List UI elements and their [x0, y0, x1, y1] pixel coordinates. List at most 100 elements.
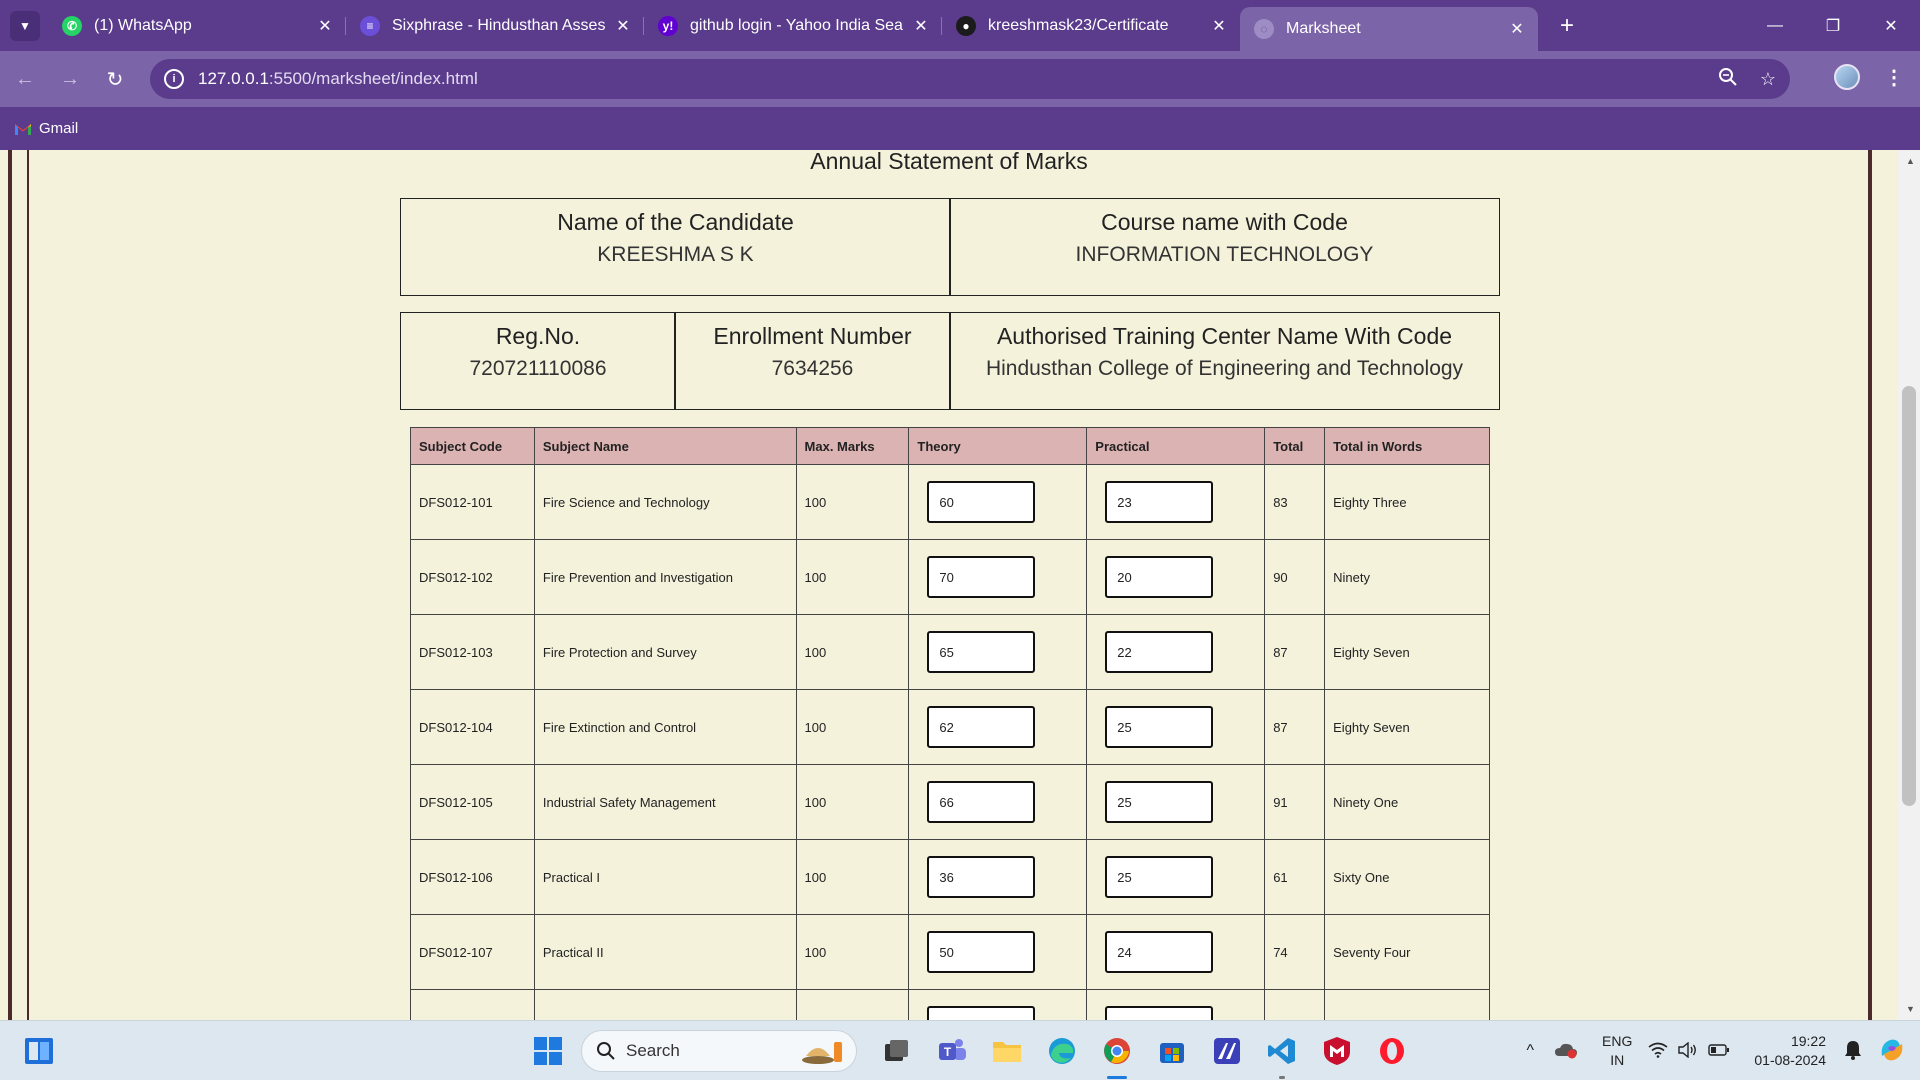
- column-header: Subject Code: [410, 427, 535, 465]
- code-cell: [410, 989, 535, 1020]
- taskbar-search[interactable]: Search: [581, 1030, 857, 1072]
- forward-button[interactable]: →: [50, 59, 90, 99]
- toolbar: ← → ↻ i 127.0.0.1:5500/marksheet/index.h…: [0, 51, 1920, 107]
- theory-input[interactable]: 50: [927, 931, 1036, 973]
- bookmark-gmail[interactable]: Gmail: [14, 120, 78, 137]
- page-title: Annual Statement of Marks: [810, 150, 1088, 174]
- marks-table: Subject Code Subject Name Max. Marks Theory…: [410, 427, 1490, 1020]
- practical-input[interactable]: 25: [1105, 706, 1214, 748]
- tab-close-icon[interactable]: ✕: [1508, 19, 1526, 39]
- practical-input[interactable]: 22: [1105, 631, 1214, 673]
- practical-input[interactable]: 25: [1105, 856, 1214, 898]
- theory-input[interactable]: 60: [927, 481, 1036, 523]
- column-header: Total in Words: [1324, 427, 1490, 465]
- language-indicator[interactable]: ENG IN: [1602, 1032, 1632, 1070]
- practical-input[interactable]: [1105, 1006, 1214, 1020]
- scrollbar-thumb[interactable]: [1902, 386, 1916, 806]
- restore-button[interactable]: ❐: [1804, 0, 1862, 51]
- candidate-box: Name of the Candidate KREESHMA S K: [400, 198, 951, 296]
- url-host: 127.0.0.1: [198, 69, 269, 88]
- page-border-left-inner: [27, 150, 29, 1020]
- minimize-button[interactable]: —: [1746, 0, 1804, 51]
- practical-input[interactable]: 20: [1105, 556, 1214, 598]
- theory-input[interactable]: 65: [927, 631, 1036, 673]
- practical-input[interactable]: 25: [1105, 781, 1214, 823]
- browser-tab[interactable]: ◌ Marksheet ✕: [1240, 7, 1538, 51]
- back-button[interactable]: ←: [5, 59, 45, 99]
- volume-icon[interactable]: [1678, 1041, 1698, 1061]
- name-cell: Fire Extinction and Control: [533, 689, 797, 765]
- practical-cell: 25: [1086, 689, 1266, 765]
- tab-close-icon[interactable]: ✕: [614, 16, 632, 36]
- profile-avatar[interactable]: [1834, 64, 1860, 90]
- browser-tab[interactable]: ✆ (1) WhatsApp ✕: [48, 8, 346, 44]
- close-window-button[interactable]: ✕: [1862, 0, 1920, 51]
- bookmarks-bar: Gmail: [0, 107, 1920, 150]
- theory-input[interactable]: 36: [927, 856, 1036, 898]
- scroll-down-icon[interactable]: ▼: [1906, 1004, 1915, 1014]
- wifi-icon[interactable]: [1648, 1042, 1668, 1061]
- bookmark-star-icon[interactable]: ☆: [1760, 69, 1776, 90]
- course-box: Course name with Code INFORMATION TECHNO…: [949, 198, 1500, 296]
- mcafee-icon[interactable]: [1315, 1029, 1359, 1073]
- table-row: [410, 989, 1490, 1020]
- chrome-icon[interactable]: [1095, 1029, 1139, 1079]
- window-controls: — ❐ ✕: [1746, 0, 1920, 51]
- reload-button[interactable]: ↻: [95, 59, 135, 99]
- widgets-icon[interactable]: [24, 1036, 54, 1066]
- candidate-label: Name of the Candidate: [557, 209, 794, 235]
- zoom-icon[interactable]: [1718, 67, 1738, 92]
- teams-icon[interactable]: T: [930, 1029, 974, 1073]
- address-bar[interactable]: i 127.0.0.1:5500/marksheet/index.html ☆: [150, 59, 1790, 99]
- practical-input[interactable]: 23: [1105, 481, 1214, 523]
- theory-input[interactable]: 70: [927, 556, 1036, 598]
- table-body: DFS012-101 Fire Science and Technology 100…: [410, 464, 1490, 1020]
- practical-cell: 20: [1086, 539, 1266, 615]
- menu-kebab-icon[interactable]: ⋮: [1884, 65, 1904, 90]
- url-text: 127.0.0.1:5500/marksheet/index.html: [198, 69, 478, 89]
- table-row: DFS012-101 Fire Science and Technology 100…: [410, 464, 1490, 540]
- tab-search-button[interactable]: ▼: [10, 10, 40, 41]
- svg-text:T: T: [944, 1045, 952, 1059]
- center-value: Hindusthan College of Engineering and Te…: [985, 357, 1464, 380]
- total-cell: 87: [1264, 689, 1326, 765]
- name-cell: Industrial Safety Management: [533, 764, 797, 840]
- enroll-box: Enrollment Number 7634256: [674, 312, 951, 410]
- total-cell: 91: [1264, 764, 1326, 840]
- new-tab-button[interactable]: +: [1552, 12, 1582, 40]
- practical-cell: 24: [1086, 914, 1266, 990]
- tab-close-icon[interactable]: ✕: [316, 16, 334, 36]
- browser-tab[interactable]: ● kreeshmask23/Certificate ✕: [942, 8, 1240, 44]
- plus-icon: +: [1559, 11, 1574, 39]
- theory-input[interactable]: 66: [927, 781, 1036, 823]
- scroll-up-icon[interactable]: ▲: [1906, 156, 1915, 166]
- browser-tab[interactable]: ≡ Sixphrase - Hindusthan Assessm ✕: [346, 8, 644, 44]
- task-view-icon[interactable]: [875, 1029, 919, 1073]
- copilot-icon[interactable]: [1878, 1036, 1906, 1067]
- file-explorer-icon[interactable]: [985, 1029, 1029, 1073]
- practical-cell: 22: [1086, 614, 1266, 690]
- site-info-icon[interactable]: i: [164, 69, 184, 89]
- practical-input[interactable]: 24: [1105, 931, 1214, 973]
- tab-close-icon[interactable]: ✕: [912, 16, 930, 36]
- tab-title: github login - Yahoo India Sear: [690, 17, 904, 34]
- vscode-icon[interactable]: [1260, 1029, 1304, 1079]
- show-hidden-icons[interactable]: ^: [1527, 1042, 1535, 1060]
- table-row: DFS012-103 Fire Protection and Survey 100 6…: [410, 614, 1490, 690]
- start-button[interactable]: [526, 1029, 570, 1073]
- store-icon[interactable]: [1150, 1029, 1194, 1073]
- words-cell: Ninety: [1324, 539, 1490, 615]
- column-header: Theory: [908, 427, 1088, 465]
- theory-input[interactable]: 62: [927, 706, 1036, 748]
- clock[interactable]: 19:22 01-08-2024: [1754, 1032, 1826, 1070]
- edge-icon[interactable]: [1040, 1029, 1084, 1073]
- tab-close-icon[interactable]: ✕: [1210, 16, 1228, 36]
- words-cell: Eighty Seven: [1324, 689, 1490, 765]
- powerapps-icon[interactable]: [1205, 1029, 1249, 1073]
- browser-tab[interactable]: y! github login - Yahoo India Sear ✕: [644, 8, 942, 44]
- battery-icon[interactable]: [1708, 1043, 1730, 1060]
- opera-icon[interactable]: [1370, 1029, 1414, 1073]
- notification-bell-icon[interactable]: [1844, 1040, 1862, 1063]
- theory-input[interactable]: [927, 1006, 1036, 1020]
- onedrive-icon[interactable]: [1554, 1041, 1578, 1062]
